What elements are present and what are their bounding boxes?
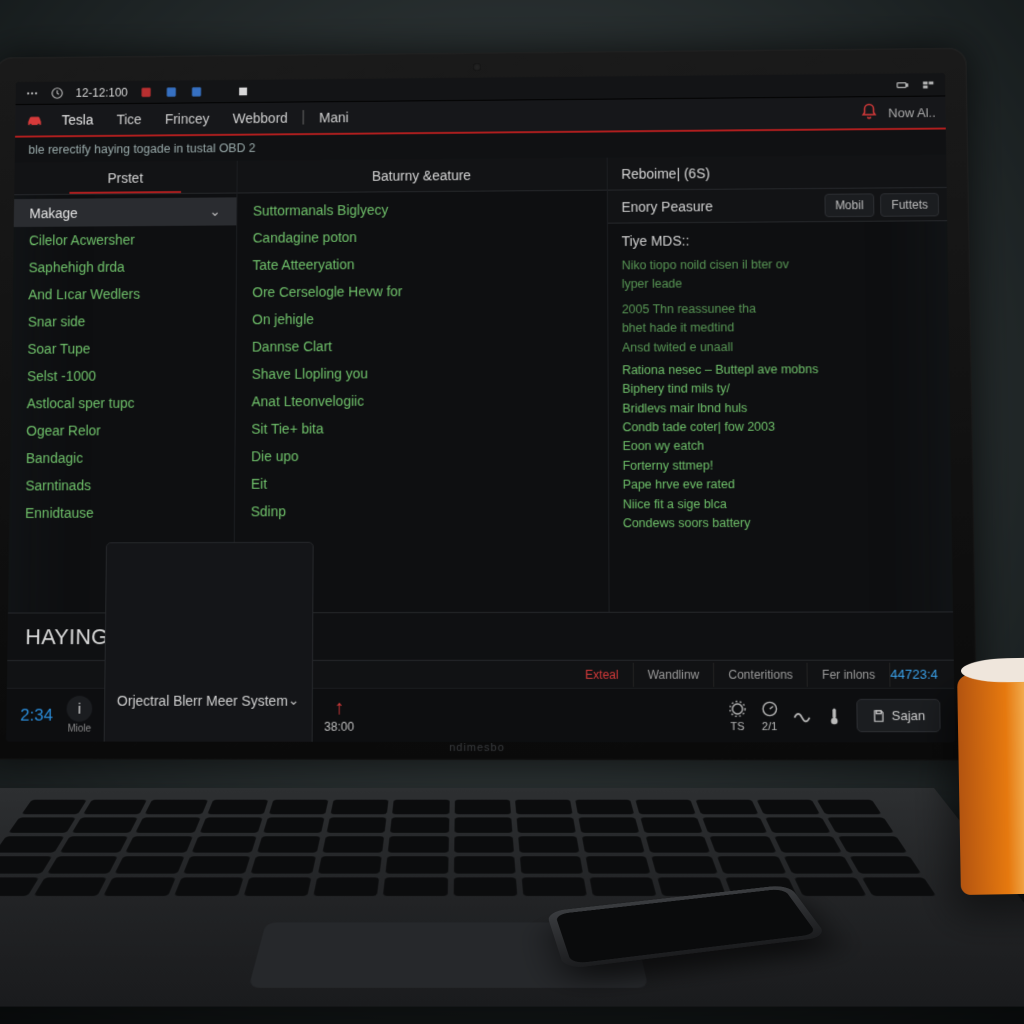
log-line: Niko tiopo noild cisen il bter ov [622,255,934,276]
list-item[interactable]: Ogear Relor [11,416,235,444]
list-item[interactable]: Sarntinads [10,471,235,499]
log-line: Forterny sttmep! [622,456,936,476]
section-title: Tiye MDS:: [621,231,933,249]
log-line: Bridlevs mair lbnd huls [622,398,936,419]
ratio-gauge-icon[interactable]: 2/1 [759,698,779,732]
log-line: Condb tade coter| fow 2003 [622,417,936,437]
app-screen: 12-12:100 Tesla Tice Frincey Webbord [6,73,955,742]
list-item[interactable]: Anat Lteonvelogiic [236,386,608,415]
list-item-selected[interactable]: Makage⌄ [14,197,237,227]
battery-icon [895,78,909,92]
log-line: lyper leade [622,274,935,295]
log-line: Niice fit a sige blca [623,494,938,514]
log-line: Eoon wy eatch [622,436,936,456]
futtets-button[interactable]: Futtets [880,192,939,216]
right-pane: Reboime| (6S) Enory Peasure Mobil Futtet… [607,155,953,612]
tab-wandlinw[interactable]: Wandlinw [634,662,715,686]
mobil-button[interactable]: Mobil [824,193,875,217]
wave-icon[interactable] [792,705,812,725]
tray-icon-1[interactable] [139,85,153,99]
laptop-keyboard [0,800,942,904]
arrow-up-icon[interactable]: ↑ [334,697,344,720]
menu-item-2[interactable]: Frincey [155,107,219,131]
laptop-hinge-label: ndimesbo [449,742,505,754]
list-item[interactable]: Cilelor Acwersher [13,225,236,254]
tab-conteritions[interactable]: Conteritions [714,662,808,686]
log-line: Biphery tind mils ty/ [622,379,936,400]
footer-number: 38:00 [324,720,354,734]
list-item[interactable]: Shave Llopling you [236,359,607,388]
list-item[interactable]: Selst -1000 [11,361,235,389]
new-alert-label[interactable]: Now Al.. [888,105,936,120]
list-item[interactable]: On jehigle [236,304,607,333]
clock-icon [50,86,64,100]
log-line: 2005 Thn reassunee tha [622,298,935,319]
chevron-down-icon: ⌄ [288,692,300,709]
laptop-deck [0,788,1024,1007]
alert-bell-icon[interactable] [860,102,878,123]
log-line: Rationa nesec – Buttepl ave mobns [622,360,935,381]
system-select[interactable]: Orjectral Blerr Meer System⌄ [102,541,313,742]
left-header: Prstet [14,161,237,196]
tab-ferinlons[interactable]: Fer inlons [808,662,891,686]
log-line: Pape hrve eve rated [623,475,938,495]
menu-item-1[interactable]: Tice [107,108,152,131]
right-subheader: Enory Peasure Mobil Futtets [607,188,947,224]
list-item[interactable]: Ore Cerselogle Hevw for [237,276,607,306]
list-item[interactable]: Snar side [12,307,235,336]
menu-brand[interactable]: Tesla [52,108,103,131]
list-item[interactable]: Tate Atteeryation [237,249,607,279]
list-item[interactable]: Suttormanals Biglyecy [237,194,606,224]
chevron-down-icon: ⌄ [209,203,221,220]
list-item[interactable]: Die upo [235,441,607,470]
list-item[interactable]: Astlocal sper tupc [11,389,235,417]
info-label: Miole [67,724,91,735]
info-icon[interactable]: i [67,696,93,722]
right-header: Reboime| (6S) [607,155,946,191]
menu-item-3[interactable]: Webbord [223,106,298,130]
menu-item-4[interactable]: Mani [309,106,358,130]
log-line: Ansd twited e unaall [622,337,935,358]
list-item[interactable]: Bandagic [10,444,234,472]
tray-icon-3[interactable] [190,85,204,99]
list-item[interactable]: And Lıcar Wedlers [13,280,236,309]
laptop-camera [473,63,481,71]
bottom-clock: 44723:4 [890,667,948,682]
list-item[interactable]: Sit Tie+ bita [236,414,608,443]
list-item[interactable]: Candagine poton [237,222,607,252]
tray-icon-2[interactable] [165,85,179,99]
footer-bar: 2:34 i Miole Orjectral Blerr Meer System… [6,688,955,743]
window-controls-icon[interactable] [921,78,935,92]
list-item[interactable]: Ennidtause [9,499,234,527]
list-item[interactable]: Sdinp [235,497,608,526]
mid-header: Baturny &eature [237,158,606,194]
save-icon [871,708,885,722]
coffee-cup [957,673,1024,895]
list-item[interactable]: Eit [235,469,608,498]
log-line: bhet hade it medtind [622,318,935,339]
brand-car-icon [25,111,45,130]
stat-number: 2:34 [20,705,53,725]
tab-exteal[interactable]: Exteal [571,662,633,686]
ts-icon[interactable]: TS [727,698,747,732]
list-item[interactable]: Soar Tupe [12,334,236,362]
right-log: Tiye MDS:: Niko tiopo noild cisen il bte… [608,221,953,612]
log-line: Condews soors battery [623,513,938,533]
thermometer-icon[interactable] [824,705,844,725]
list-item[interactable]: Saphehigh drda [13,253,236,282]
list-item[interactable]: Dannse Clart [236,331,607,360]
save-button[interactable]: Sajan [856,699,941,732]
tray-icon-4[interactable] [236,84,250,98]
os-menu-icon[interactable] [25,86,39,100]
os-clock: 12-12:100 [75,85,127,99]
